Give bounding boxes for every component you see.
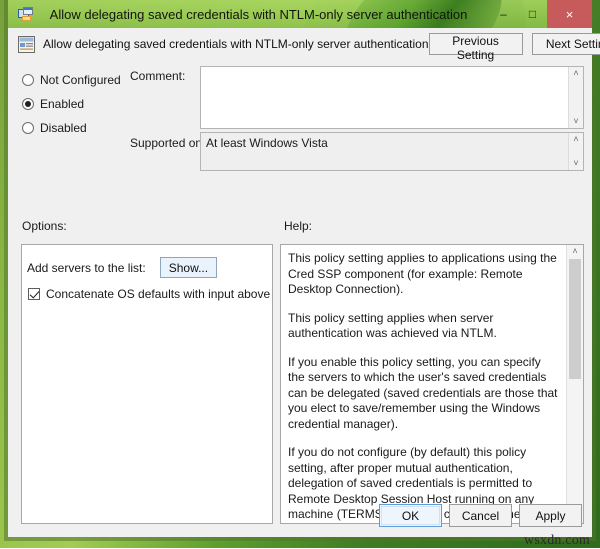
- radio-not-configured-indicator: [22, 74, 34, 86]
- radio-disabled[interactable]: Disabled: [22, 116, 134, 140]
- options-panel: Add servers to the list: Show... Concate…: [21, 244, 273, 524]
- scroll-up-icon[interactable]: ˄: [573, 133, 578, 146]
- policy-header-row: Allow delegating saved credentials with …: [8, 28, 592, 60]
- radio-not-configured[interactable]: Not Configured: [22, 68, 134, 92]
- scroll-up-icon[interactable]: ˄: [573, 67, 578, 80]
- supported-on-textarea: At least Windows Vista ˄ ˅: [200, 132, 584, 171]
- window-title: Allow delegating saved credentials with …: [34, 7, 489, 22]
- maximize-button[interactable]: □: [518, 3, 547, 25]
- scroll-down-icon[interactable]: ˅: [573, 115, 578, 128]
- apply-button[interactable]: Apply: [519, 504, 582, 527]
- radio-enabled[interactable]: Enabled: [22, 92, 134, 116]
- add-servers-label: Add servers to the list:: [27, 261, 146, 275]
- help-label: Help:: [284, 219, 312, 233]
- policy-setting-dialog: Allow delegating saved credentials with …: [4, 0, 596, 541]
- comment-textarea[interactable]: ˄ ˅: [200, 66, 584, 129]
- help-paragraph: This policy setting applies to applicati…: [288, 251, 558, 298]
- next-setting-button[interactable]: Next Setting: [532, 33, 600, 55]
- cancel-button[interactable]: Cancel: [449, 504, 512, 527]
- policy-setting-name: Allow delegating saved credentials with …: [43, 37, 429, 51]
- dialog-footer: OK Cancel Apply: [379, 504, 582, 527]
- radio-enabled-indicator: [22, 98, 34, 110]
- help-scrollbar[interactable]: ˄ ˅: [566, 245, 583, 523]
- title-bar: Allow delegating saved credentials with …: [8, 0, 592, 28]
- previous-setting-button[interactable]: Previous Setting: [429, 33, 523, 55]
- state-and-comment-section: Not Configured Enabled Disabled Comment:…: [8, 60, 592, 212]
- supported-on-label: Supported on:: [130, 136, 205, 150]
- help-text: This policy setting applies to applicati…: [281, 245, 566, 523]
- supported-on-value: At least Windows Vista: [201, 133, 568, 170]
- close-button[interactable]: ×: [547, 0, 592, 28]
- radio-not-configured-label: Not Configured: [40, 73, 121, 87]
- radio-disabled-label: Disabled: [40, 121, 87, 135]
- scroll-up-icon[interactable]: ˄: [572, 245, 577, 258]
- radio-disabled-indicator: [22, 122, 34, 134]
- help-paragraph: This policy setting applies when server …: [288, 311, 558, 342]
- policy-state-radio-group: Not Configured Enabled Disabled: [22, 68, 134, 140]
- concatenate-os-defaults-label: Concatenate OS defaults with input above: [46, 287, 270, 301]
- comment-scrollbar[interactable]: ˄ ˅: [568, 67, 583, 128]
- scrollbar-thumb[interactable]: [569, 259, 581, 379]
- ok-button[interactable]: OK: [379, 504, 442, 527]
- dialog-client-area: Allow delegating saved credentials with …: [8, 28, 592, 537]
- add-servers-row: Add servers to the list: Show...: [27, 257, 217, 278]
- help-paragraph: If you enable this policy setting, you c…: [288, 355, 558, 433]
- minimize-button[interactable]: –: [489, 3, 518, 25]
- comment-value: [201, 67, 568, 128]
- supported-on-scrollbar[interactable]: ˄ ˅: [568, 133, 583, 170]
- show-button[interactable]: Show...: [160, 257, 217, 278]
- group-policy-editor-icon: [18, 7, 34, 21]
- scroll-down-icon[interactable]: ˅: [573, 157, 578, 170]
- help-panel: This policy setting applies to applicati…: [280, 244, 584, 524]
- radio-enabled-label: Enabled: [40, 97, 84, 111]
- concatenate-os-defaults-checkbox[interactable]: Concatenate OS defaults with input above: [28, 287, 270, 301]
- checkbox-indicator: [28, 288, 40, 300]
- watermark: wsxdn.com: [524, 533, 590, 549]
- options-label: Options:: [22, 219, 67, 233]
- comment-label: Comment:: [130, 69, 185, 83]
- policy-setting-icon: [18, 36, 35, 53]
